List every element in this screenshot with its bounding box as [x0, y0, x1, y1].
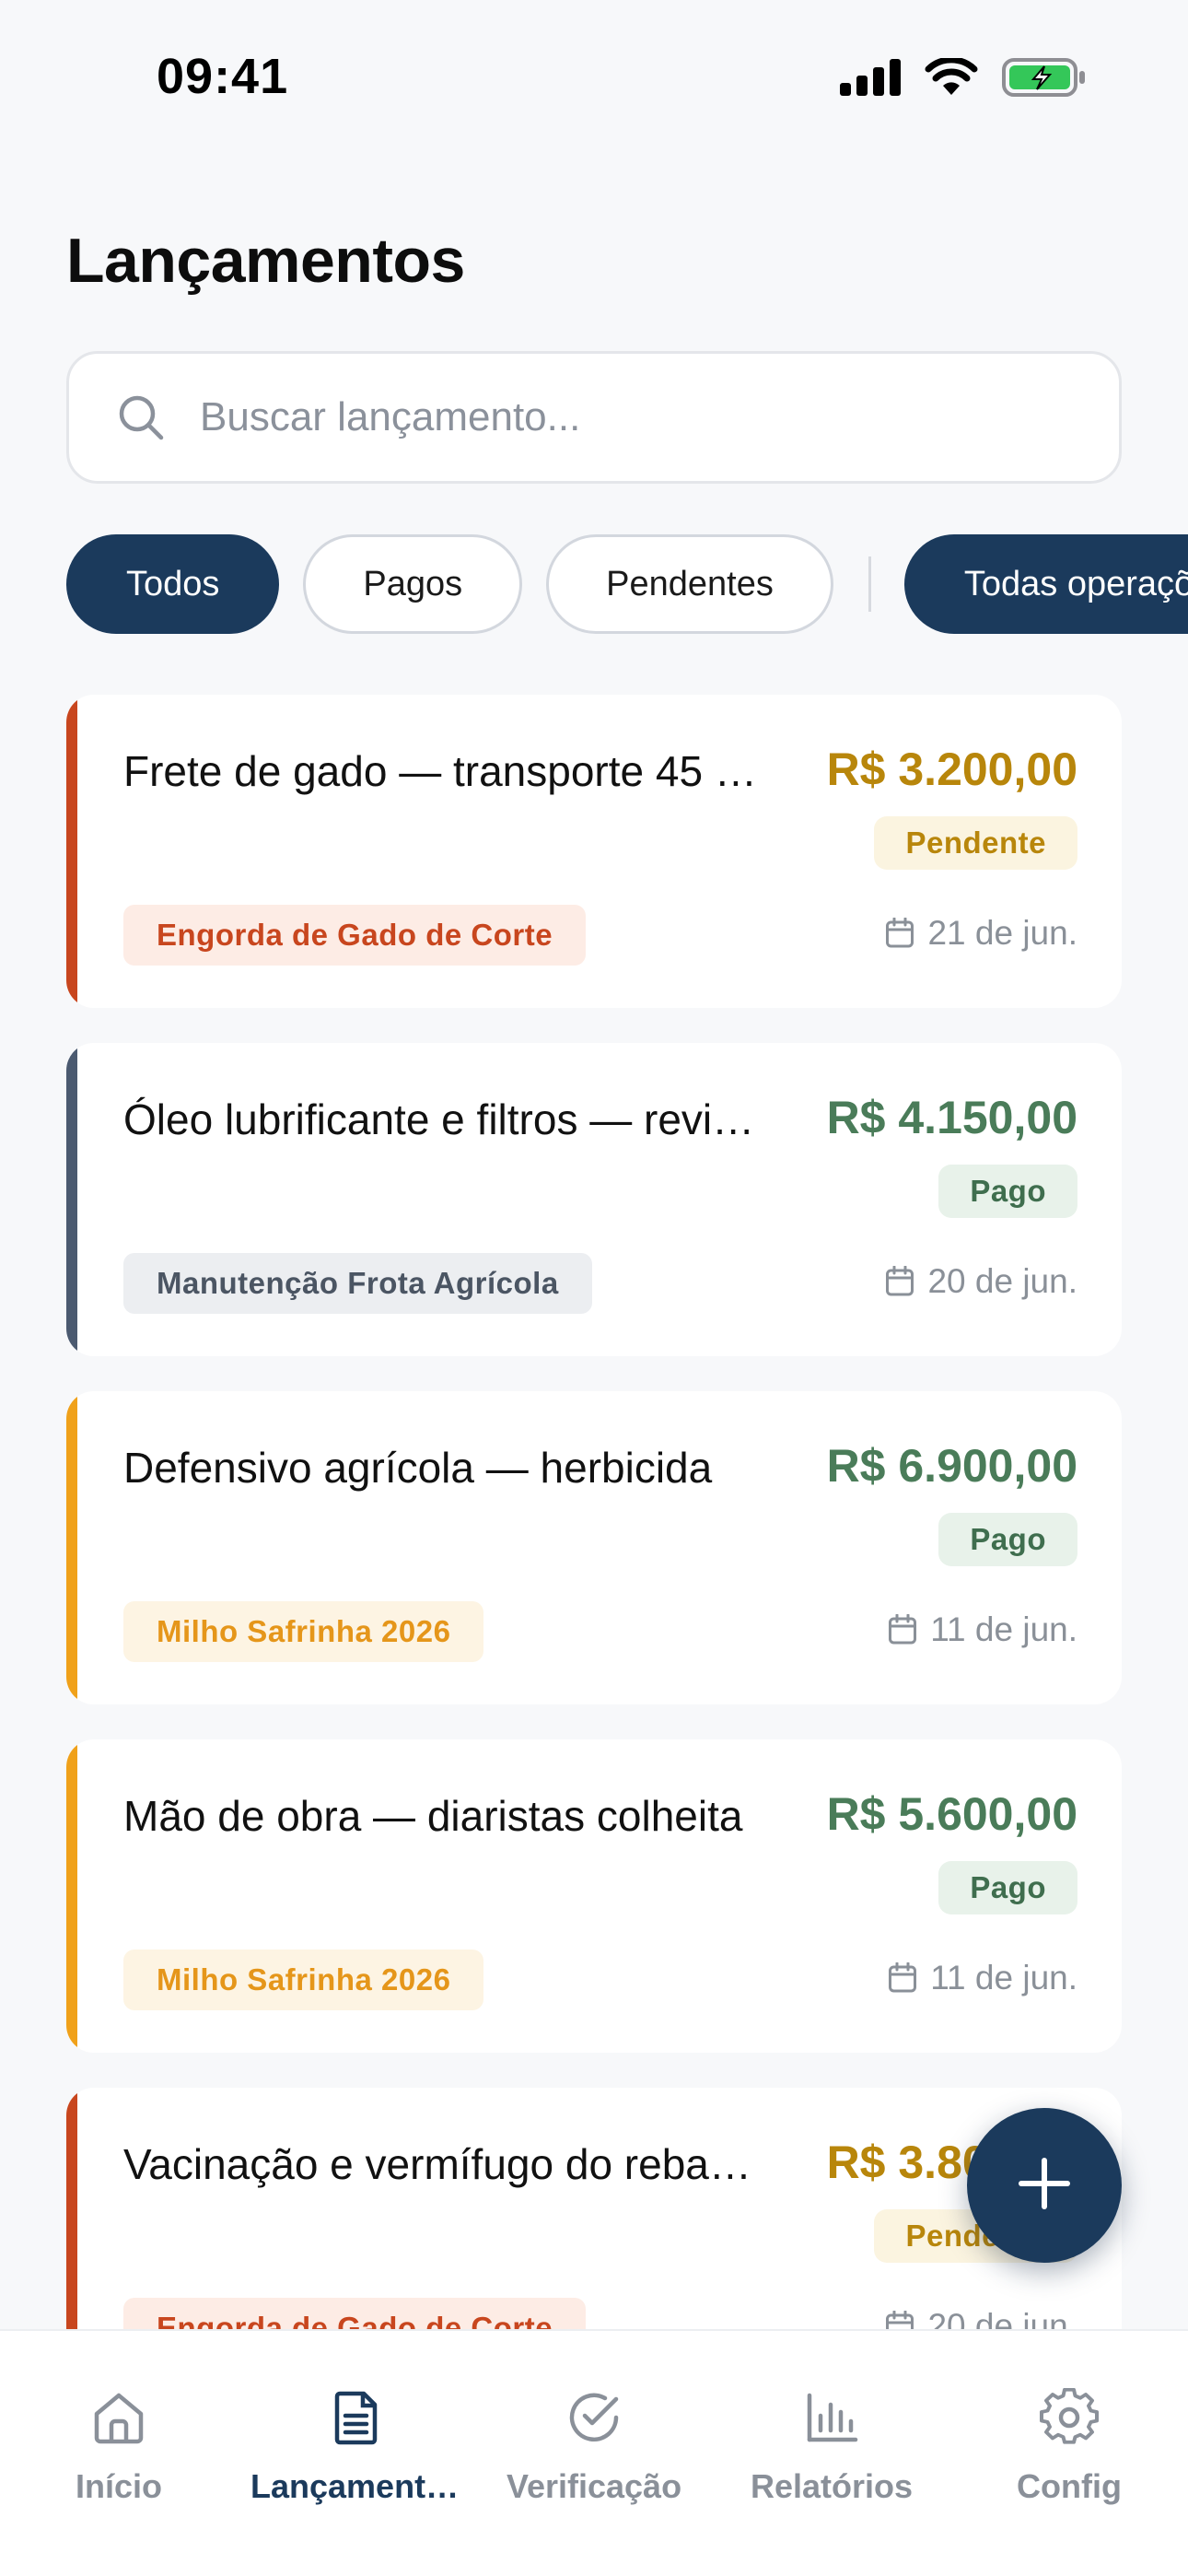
filter-chip-todos[interactable]: Todos — [66, 534, 280, 634]
tab-config[interactable]: Config — [950, 2331, 1188, 2515]
entry-title: Frete de gado — transporte 45 cabeças — [123, 747, 768, 795]
status-time: 09:41 — [157, 49, 289, 104]
entry-title: Mão de obra — diaristas colheita — [123, 1792, 743, 1840]
entry-card[interactable]: Mão de obra — diaristas colheita R$ 5.60… — [66, 1739, 1122, 2053]
entry-card[interactable]: Defensivo agrícola — herbicida R$ 6.900,… — [66, 1391, 1122, 1704]
tab-lancamentos[interactable]: Lançamentos — [238, 2331, 475, 2515]
entry-card[interactable]: Frete de gado — transporte 45 cabeças R$… — [66, 695, 1122, 1008]
tab-label: Verificação — [506, 2467, 682, 2505]
calendar-icon — [885, 918, 914, 949]
card-accent-bar — [66, 1391, 77, 1704]
entry-card[interactable]: Óleo lubrificante e filtros — revisão R$… — [66, 1043, 1122, 1356]
filter-chip-pendentes[interactable]: Pendentes — [546, 534, 833, 634]
calendar-icon — [888, 1962, 917, 1994]
status-bar: 09:41 — [0, 0, 1188, 157]
entry-amount: R$ 5.600,00 — [826, 1788, 1077, 1840]
card-accent-bar — [66, 1739, 77, 2053]
operation-tag: Milho Safrinha 2026 — [123, 1601, 484, 1662]
tab-inicio[interactable]: Início — [0, 2331, 238, 2515]
status-badge: Pendente — [874, 816, 1077, 870]
entry-date: 20 de jun. — [885, 1262, 1077, 1301]
entries-list: Frete de gado — transporte 45 cabeças R$… — [66, 695, 1122, 2436]
tab-relatorios[interactable]: Relatórios — [713, 2331, 950, 2515]
tab-bar: Início Lançamentos Verificação Relatório… — [0, 2329, 1188, 2576]
bar-chart-icon — [802, 2388, 861, 2447]
tab-label: Lançamentos — [250, 2467, 462, 2505]
status-badge: Pago — [938, 1165, 1077, 1218]
calendar-icon — [885, 1266, 914, 1297]
screen: 09:41 Lançamentos Buscar lançamento... T… — [0, 0, 1188, 2576]
battery-icon — [1002, 57, 1087, 98]
calendar-icon — [888, 1614, 917, 1645]
entry-date-text: 11 de jun. — [930, 1959, 1077, 1996]
entry-title: Óleo lubrificante e filtros — revisão — [123, 1095, 768, 1143]
entry-date: 11 de jun. — [888, 1610, 1077, 1649]
filter-chip-operacoes[interactable]: Todas operações — [903, 534, 1188, 634]
entry-date: 11 de jun. — [888, 1959, 1077, 1997]
search-box[interactable] — [66, 351, 1122, 484]
signal-icon — [840, 59, 901, 96]
wifi-icon — [925, 58, 978, 97]
entry-date: 21 de jun. — [885, 914, 1077, 953]
home-icon — [89, 2388, 148, 2447]
check-circle-icon — [565, 2388, 623, 2447]
plus-icon — [1018, 2157, 1071, 2215]
entry-amount: R$ 6.900,00 — [826, 1440, 1077, 1492]
add-entry-button[interactable] — [967, 2108, 1122, 2263]
page-title: Lançamentos — [66, 226, 465, 296]
entry-amount: R$ 3.200,00 — [826, 744, 1077, 795]
search-icon — [117, 393, 165, 441]
filter-divider — [868, 556, 871, 612]
operation-tag: Manutenção Frota Agrícola — [123, 1253, 592, 1314]
tab-label: Relatórios — [750, 2467, 914, 2505]
entry-date-text: 20 de jun. — [927, 1262, 1077, 1300]
tab-verificacao[interactable]: Verificação — [475, 2331, 713, 2515]
tab-label: Início — [75, 2467, 162, 2505]
status-badge: Pago — [938, 1861, 1077, 1914]
gear-icon — [1040, 2387, 1099, 2447]
card-accent-bar — [66, 1043, 77, 1356]
search-input[interactable] — [200, 394, 1029, 440]
operation-tag: Milho Safrinha 2026 — [123, 1950, 484, 2010]
filter-chips: Todos Pagos Pendentes Todas operações — [66, 534, 1188, 634]
card-accent-bar — [66, 695, 77, 1008]
operation-tag: Engorda de Gado de Corte — [123, 905, 587, 966]
entry-title: Defensivo agrícola — herbicida — [123, 1444, 713, 1492]
document-icon — [327, 2388, 386, 2447]
entry-date-text: 21 de jun. — [927, 914, 1077, 952]
entry-amount: R$ 4.150,00 — [826, 1092, 1077, 1143]
filter-chip-pagos[interactable]: Pagos — [303, 534, 523, 634]
entry-title: Vacinação e vermífugo do rebanho — [123, 2140, 768, 2188]
status-badge: Pago — [938, 1513, 1077, 1566]
status-icons — [840, 57, 1087, 98]
tab-label: Config — [1017, 2467, 1122, 2505]
entry-date-text: 11 de jun. — [930, 1610, 1077, 1648]
